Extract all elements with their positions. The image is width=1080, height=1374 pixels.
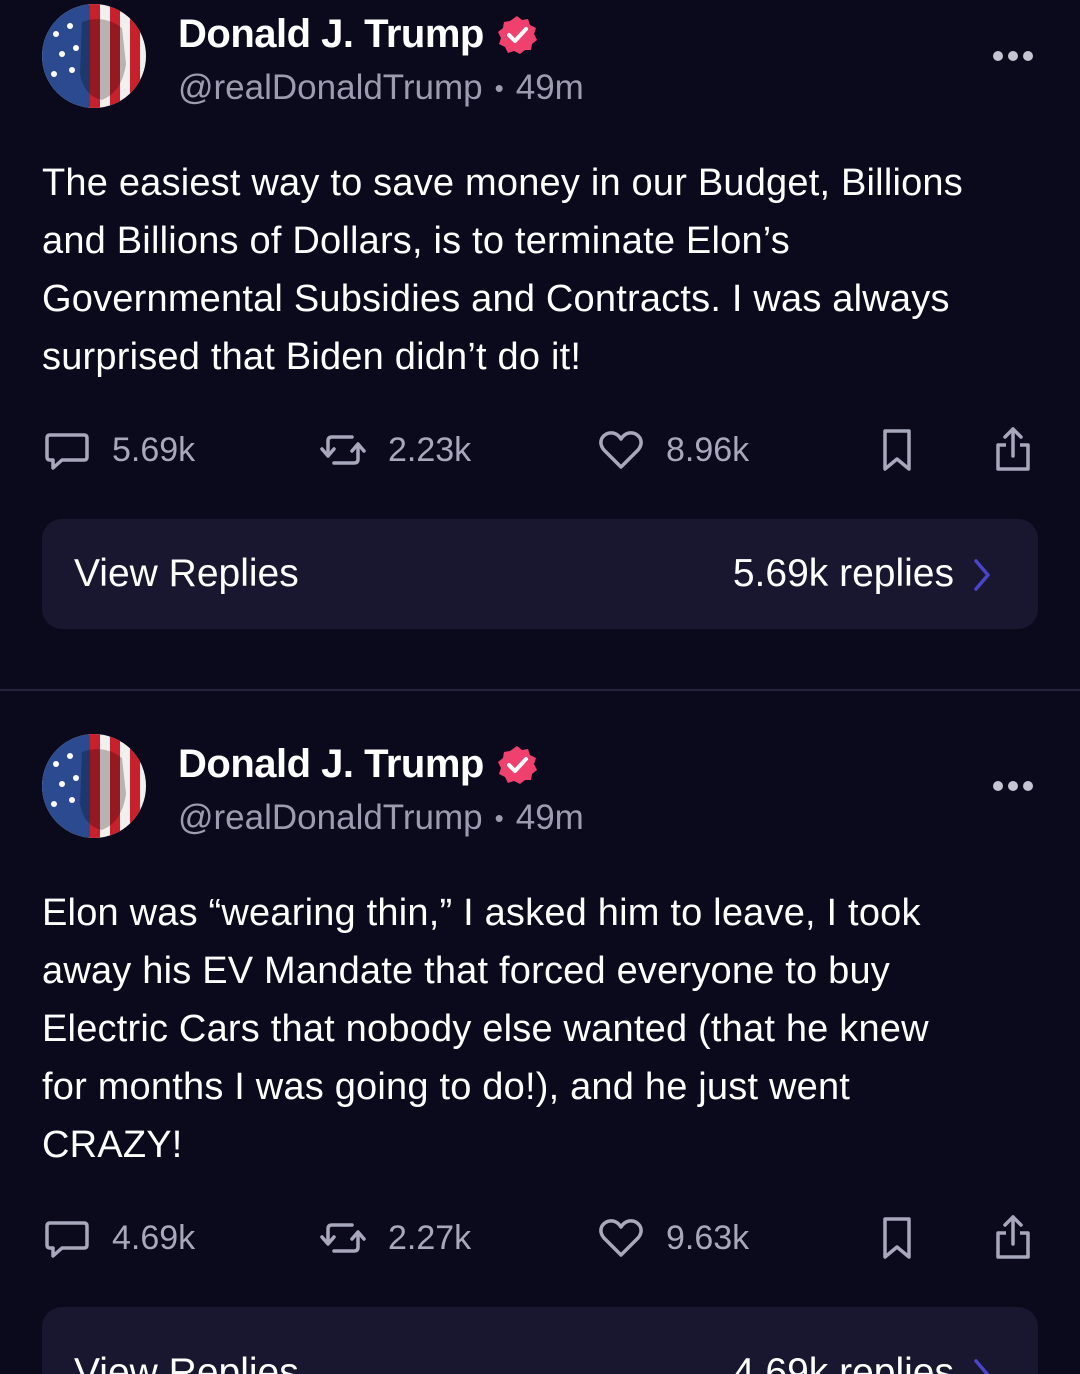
chevron-right-icon [974,559,990,591]
avatar[interactable] [42,4,146,108]
like-button[interactable]: 8.96k [596,420,749,480]
chevron-right-icon [974,1359,990,1374]
post: Donald J. Trump @realDonaldTrump • 49m T… [0,0,1080,691]
repost-count: 2.23k [388,430,472,469]
post-text: Elon was “wearing thin,” I asked him to … [42,892,929,1166]
verified-badge-icon [497,745,537,784]
post-time: 49m [515,798,584,837]
post-text: The easiest way to save money in our Bud… [42,162,963,378]
post-divider [0,689,1080,691]
author-handle[interactable]: @realDonaldTrump [178,798,483,838]
handle-row: @realDonaldTrump • 49m [178,798,584,838]
reply-button[interactable]: 4.69k [42,1208,195,1268]
view-replies-label: View Replies [74,1351,299,1374]
reply-button[interactable]: 5.69k [42,420,195,480]
more-dots-icon[interactable] [990,44,1036,68]
separator-dot: • [494,802,504,833]
action-bar: 5.69k 2.23k 8.96k [0,420,1080,480]
comment-bubble-icon [45,433,89,470]
view-replies-button[interactable]: View Replies 5.69k replies [42,519,1038,629]
share-button[interactable] [988,1208,1038,1268]
more-dots-icon[interactable] [990,774,1036,798]
verified-badge-icon [497,15,537,54]
replies-count-label: 4.69k replies [732,1351,954,1374]
author-handle[interactable]: @realDonaldTrump [178,68,483,108]
action-bar: 4.69k 2.27k 9.63k [0,1208,1080,1268]
bookmark-icon [883,429,911,471]
replies-count-label: 5.69k replies [732,552,954,595]
view-replies-label: View Replies [74,552,299,595]
like-count: 8.96k [666,430,750,469]
author-name[interactable]: Donald J. Trump [178,12,484,57]
view-replies-button[interactable]: View Replies 4.69k replies [42,1307,1038,1374]
like-count: 9.63k [666,1218,750,1257]
repost-button[interactable]: 2.23k [318,420,471,480]
author-row: Donald J. Trump [178,12,538,57]
share-icon [996,427,1030,471]
avatar[interactable] [42,734,146,838]
author-row: Donald J. Trump [178,742,538,787]
repost-count: 2.27k [388,1218,472,1257]
share-button[interactable] [988,420,1038,480]
post: Donald J. Trump @realDonaldTrump • 49m E… [0,730,1080,1374]
repost-arrows-icon [320,435,366,465]
bookmark-icon [883,1217,911,1259]
heart-icon [599,431,643,469]
separator-dot: • [494,72,504,103]
bookmark-button[interactable] [872,420,922,480]
bookmark-button[interactable] [872,1208,922,1268]
repost-button[interactable]: 2.27k [318,1208,471,1268]
share-icon [996,1215,1030,1259]
reply-count: 5.69k [112,430,196,469]
heart-icon [599,1219,643,1257]
handle-row: @realDonaldTrump • 49m [178,68,584,108]
repost-arrows-icon [320,1223,366,1253]
author-name[interactable]: Donald J. Trump [178,742,484,787]
like-button[interactable]: 9.63k [596,1208,749,1268]
reply-count: 4.69k [112,1218,196,1257]
feed: Donald J. Trump @realDonaldTrump • 49m T… [0,0,1080,1374]
post-time: 49m [515,68,584,107]
comment-bubble-icon [45,1221,89,1258]
